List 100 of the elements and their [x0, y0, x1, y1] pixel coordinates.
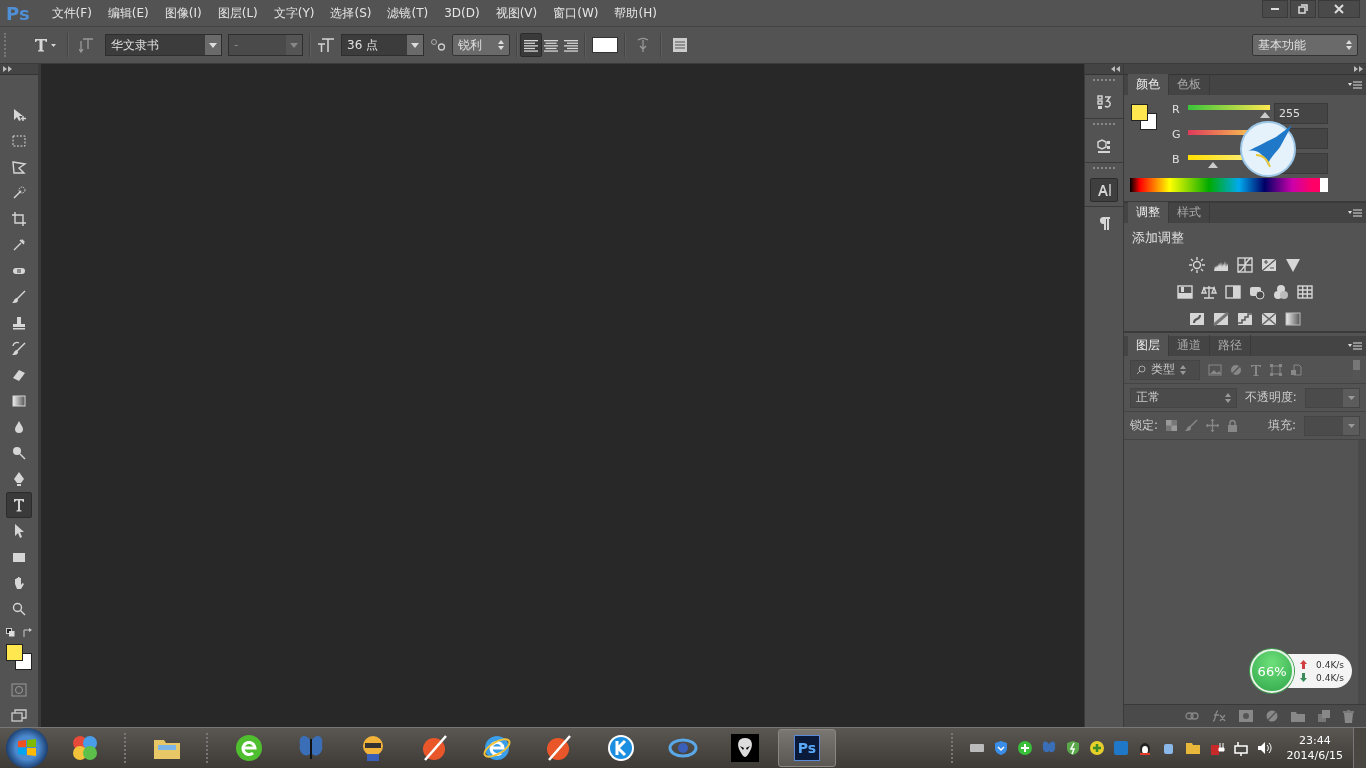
lightning-shield-icon[interactable] [1064, 740, 1081, 756]
menu-item[interactable]: 文件(F) [43, 4, 100, 22]
link-icon[interactable] [1185, 712, 1199, 720]
trash-icon[interactable] [1343, 709, 1354, 723]
cube-icon [1096, 138, 1112, 154]
align-right-icon [563, 38, 579, 52]
triangle-icon[interactable] [1285, 256, 1301, 273]
gradient-icon [11, 393, 27, 409]
menu-item[interactable]: 选择(S) [322, 4, 380, 22]
menu-item[interactable]: 帮助(H) [606, 4, 665, 22]
up-down-caret-icon [1180, 364, 1186, 375]
brush-dots-icon [11, 185, 27, 201]
plus-badge-icon[interactable] [1088, 740, 1105, 756]
start-button[interactable] [6, 728, 48, 768]
panel-tab[interactable]: 图层 [1128, 335, 1169, 356]
color-swatches-icon[interactable] [1130, 103, 1158, 131]
text-color-swatch[interactable] [592, 37, 618, 53]
type-caret-icon [33, 37, 57, 53]
align-center-icon [543, 38, 559, 52]
menu-item[interactable]: 图层(L) [209, 4, 266, 22]
screen-mode-icon[interactable] [11, 709, 27, 723]
network-monitor-icon[interactable] [1232, 740, 1249, 756]
three-circles-icon[interactable] [1273, 283, 1289, 300]
align-left-button[interactable] [520, 33, 542, 57]
type-tool-tool[interactable] [6, 492, 32, 518]
download-rate: 0.4K/s [1316, 672, 1344, 683]
close-button[interactable] [1318, 0, 1360, 18]
expand-arrows-icon[interactable] [1354, 66, 1363, 72]
expand-arrows-icon[interactable] [3, 66, 12, 72]
memory-usage-ball: 66% [1250, 649, 1295, 693]
collapse-arrows-icon[interactable] [1111, 66, 1120, 72]
swap-arrow-icon[interactable] [23, 628, 32, 637]
blend-mode-select[interactable]: 正常 [1130, 387, 1237, 408]
sun-icon[interactable] [1189, 256, 1205, 273]
layer-filter-select[interactable]: 类型 [1130, 359, 1200, 380]
opacity-field[interactable] [1304, 387, 1360, 408]
panel-tab[interactable]: 色板 [1169, 74, 1210, 95]
four-circles-icon [70, 733, 100, 763]
color-swatches-icon[interactable] [5, 643, 33, 671]
restore-button[interactable] [1290, 0, 1316, 18]
new-layer-icon[interactable] [1318, 710, 1330, 722]
taskbar-button[interactable]: Ps [778, 729, 836, 767]
channel-label: B [1172, 153, 1181, 167]
panel-menu-icon[interactable] [1348, 81, 1362, 89]
panel-tab[interactable]: 通道 [1169, 335, 1210, 356]
channel-value-field[interactable]: 255 [1274, 103, 1328, 124]
grid-icon[interactable] [1297, 283, 1313, 300]
panel-tab[interactable]: 调整 [1128, 202, 1169, 223]
panel-menu-icon[interactable] [1348, 209, 1362, 217]
workspace-select[interactable]: 基本功能 [1252, 34, 1358, 56]
panel-menu-icon[interactable] [1348, 342, 1362, 350]
caret-icon [290, 42, 298, 48]
font-style-value: - [234, 38, 239, 52]
plus-circle-icon[interactable] [1016, 740, 1033, 756]
shield-icon[interactable] [992, 740, 1009, 756]
character-panel-button[interactable] [1090, 178, 1118, 202]
menu-item[interactable]: 3D(D) [436, 6, 488, 20]
panel-tab[interactable]: 路径 [1210, 335, 1251, 356]
halves-icon[interactable] [1177, 283, 1193, 300]
lock-label: 锁定: [1130, 417, 1159, 434]
restore-icon [1298, 4, 1308, 14]
half-square-icon[interactable] [1225, 283, 1241, 300]
panel-tab[interactable]: 颜色 [1128, 74, 1169, 95]
default-colors-icon[interactable] [6, 628, 15, 637]
dodge-icon [11, 445, 27, 461]
diagonal-square-icon[interactable] [1213, 310, 1229, 327]
panel-tab[interactable]: 样式 [1169, 202, 1210, 223]
menu-item[interactable]: 滤镜(T) [379, 4, 437, 22]
panel-heading: 添加调整 [1131, 229, 1185, 247]
menu-item[interactable]: 编辑(E) [99, 4, 157, 22]
caret-icon [1347, 395, 1355, 400]
menu-item[interactable]: 窗口(W) [545, 4, 607, 22]
gradient-square-icon[interactable] [1285, 310, 1301, 327]
minimize-button[interactable] [1262, 0, 1288, 18]
folder-icon[interactable] [1184, 740, 1201, 756]
folder-icon[interactable] [1291, 710, 1305, 722]
font-size-field[interactable]: 36 点 [341, 34, 424, 56]
stamp-icon [11, 315, 27, 331]
close-icon [1334, 4, 1344, 14]
clock[interactable]: 23:44 2014/6/15 [1286, 733, 1343, 763]
font-family-select[interactable]: 华文隶书 [105, 34, 222, 56]
color-spectrum-bar[interactable] [1130, 178, 1328, 192]
curve-grid-icon[interactable] [1237, 256, 1253, 273]
half-circle-icon[interactable] [1266, 710, 1278, 722]
balance-scale-icon[interactable] [1201, 283, 1217, 300]
steps-square-icon[interactable] [1237, 310, 1253, 327]
cross-square-icon[interactable] [1261, 310, 1277, 327]
fill-field[interactable] [1304, 415, 1360, 436]
caret-icon [1347, 423, 1355, 428]
speaker-icon[interactable] [1256, 740, 1273, 756]
fx-icon[interactable] [1212, 710, 1226, 722]
menu-item[interactable]: 视图(V) [487, 4, 546, 22]
checkerboard-icon[interactable] [1166, 420, 1178, 431]
align-left-icon [523, 38, 539, 52]
plug-icon[interactable] [1208, 740, 1225, 756]
plus-minus-icon[interactable] [1261, 256, 1277, 273]
invert-square-icon[interactable] [1189, 310, 1205, 327]
menu-item[interactable]: 图像(I) [156, 4, 210, 22]
menu-item[interactable]: 文字(Y) [265, 4, 323, 22]
antialias-select[interactable]: 锐利 [452, 34, 510, 56]
